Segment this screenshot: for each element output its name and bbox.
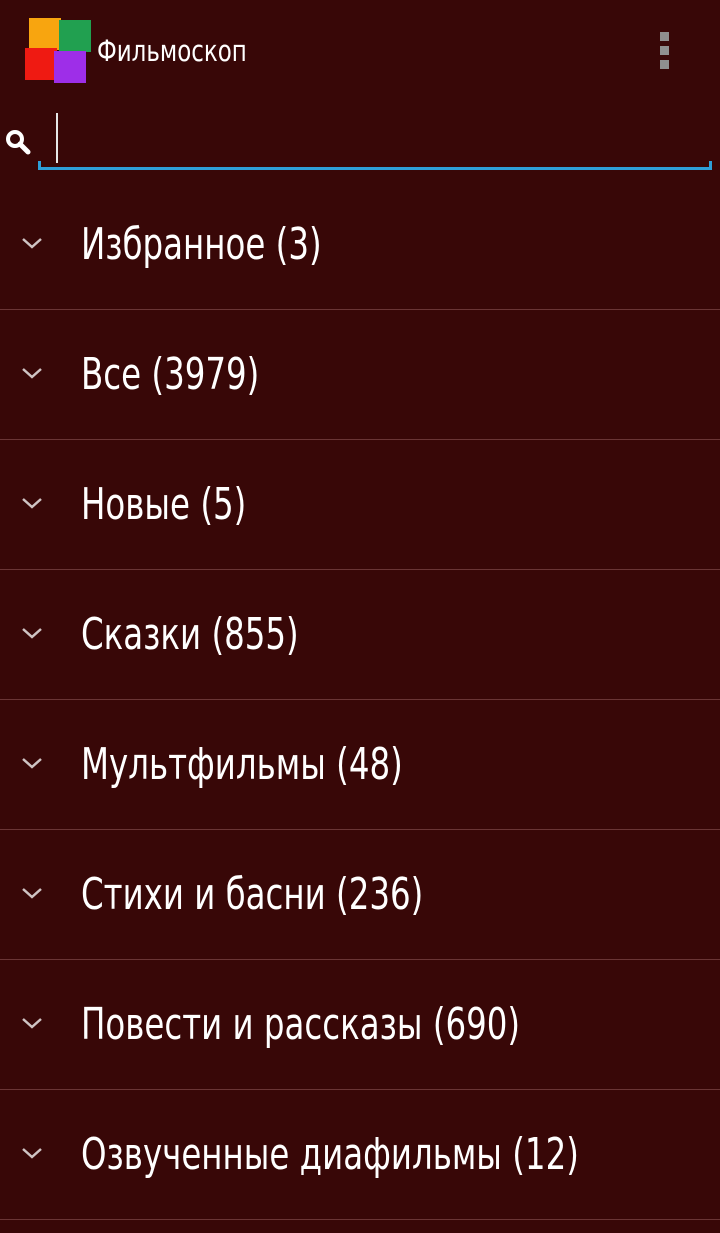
app-title: Фильмоскоп (97, 34, 247, 68)
category-label: Мультфильмы (48) (81, 739, 403, 790)
app-screen: Фильмоскоп Избранное (3) Все (3979) Новы… (0, 0, 720, 1233)
overflow-menu-icon[interactable] (646, 24, 682, 76)
category-label: Новые (5) (81, 479, 247, 530)
category-label: Избранное (3) (81, 219, 322, 270)
category-label: Сказки (855) (81, 609, 299, 660)
app-logo-icon (25, 18, 91, 83)
overflow-dot (659, 59, 669, 69)
category-item-cartoons[interactable]: Мультфильмы (48) (0, 700, 720, 830)
chevron-down-icon (22, 1018, 42, 1029)
overflow-dot (659, 31, 669, 41)
logo-square-purple (54, 51, 86, 83)
chevron-down-icon (22, 1148, 42, 1159)
logo-square-green (59, 20, 91, 52)
category-item-fairy-tales[interactable]: Сказки (855) (0, 570, 720, 700)
search-input-underline (38, 161, 712, 170)
chevron-down-icon (22, 238, 42, 249)
chevron-down-icon (22, 368, 42, 379)
chevron-down-icon (22, 628, 42, 639)
chevron-down-icon (22, 888, 42, 899)
category-item-poems-fables[interactable]: Стихи и басни (236) (0, 830, 720, 960)
category-label: Озвученные диафильмы (12) (81, 1129, 579, 1180)
chevron-down-icon (22, 498, 42, 509)
category-label: Повести и рассказы (690) (81, 999, 521, 1050)
logo-square-orange (29, 18, 61, 50)
search-bar (0, 108, 720, 174)
category-item-voiced-filmstrips[interactable]: Озвученные диафильмы (12) (0, 1090, 720, 1220)
category-item-all[interactable]: Все (3979) (0, 310, 720, 440)
category-label: Все (3979) (81, 349, 260, 400)
overflow-dot (659, 45, 669, 55)
search-icon (6, 130, 31, 155)
category-list: Избранное (3) Все (3979) Новые (5) Сказк… (0, 180, 720, 1220)
category-item-stories[interactable]: Повести и рассказы (690) (0, 960, 720, 1090)
search-input[interactable] (40, 108, 712, 168)
chevron-down-icon (22, 758, 42, 769)
category-item-favorites[interactable]: Избранное (3) (0, 180, 720, 310)
logo-square-red (25, 48, 57, 80)
text-cursor (56, 113, 58, 163)
category-label: Стихи и басни (236) (81, 869, 424, 920)
category-item-new[interactable]: Новые (5) (0, 440, 720, 570)
action-bar: Фильмоскоп (0, 0, 720, 104)
